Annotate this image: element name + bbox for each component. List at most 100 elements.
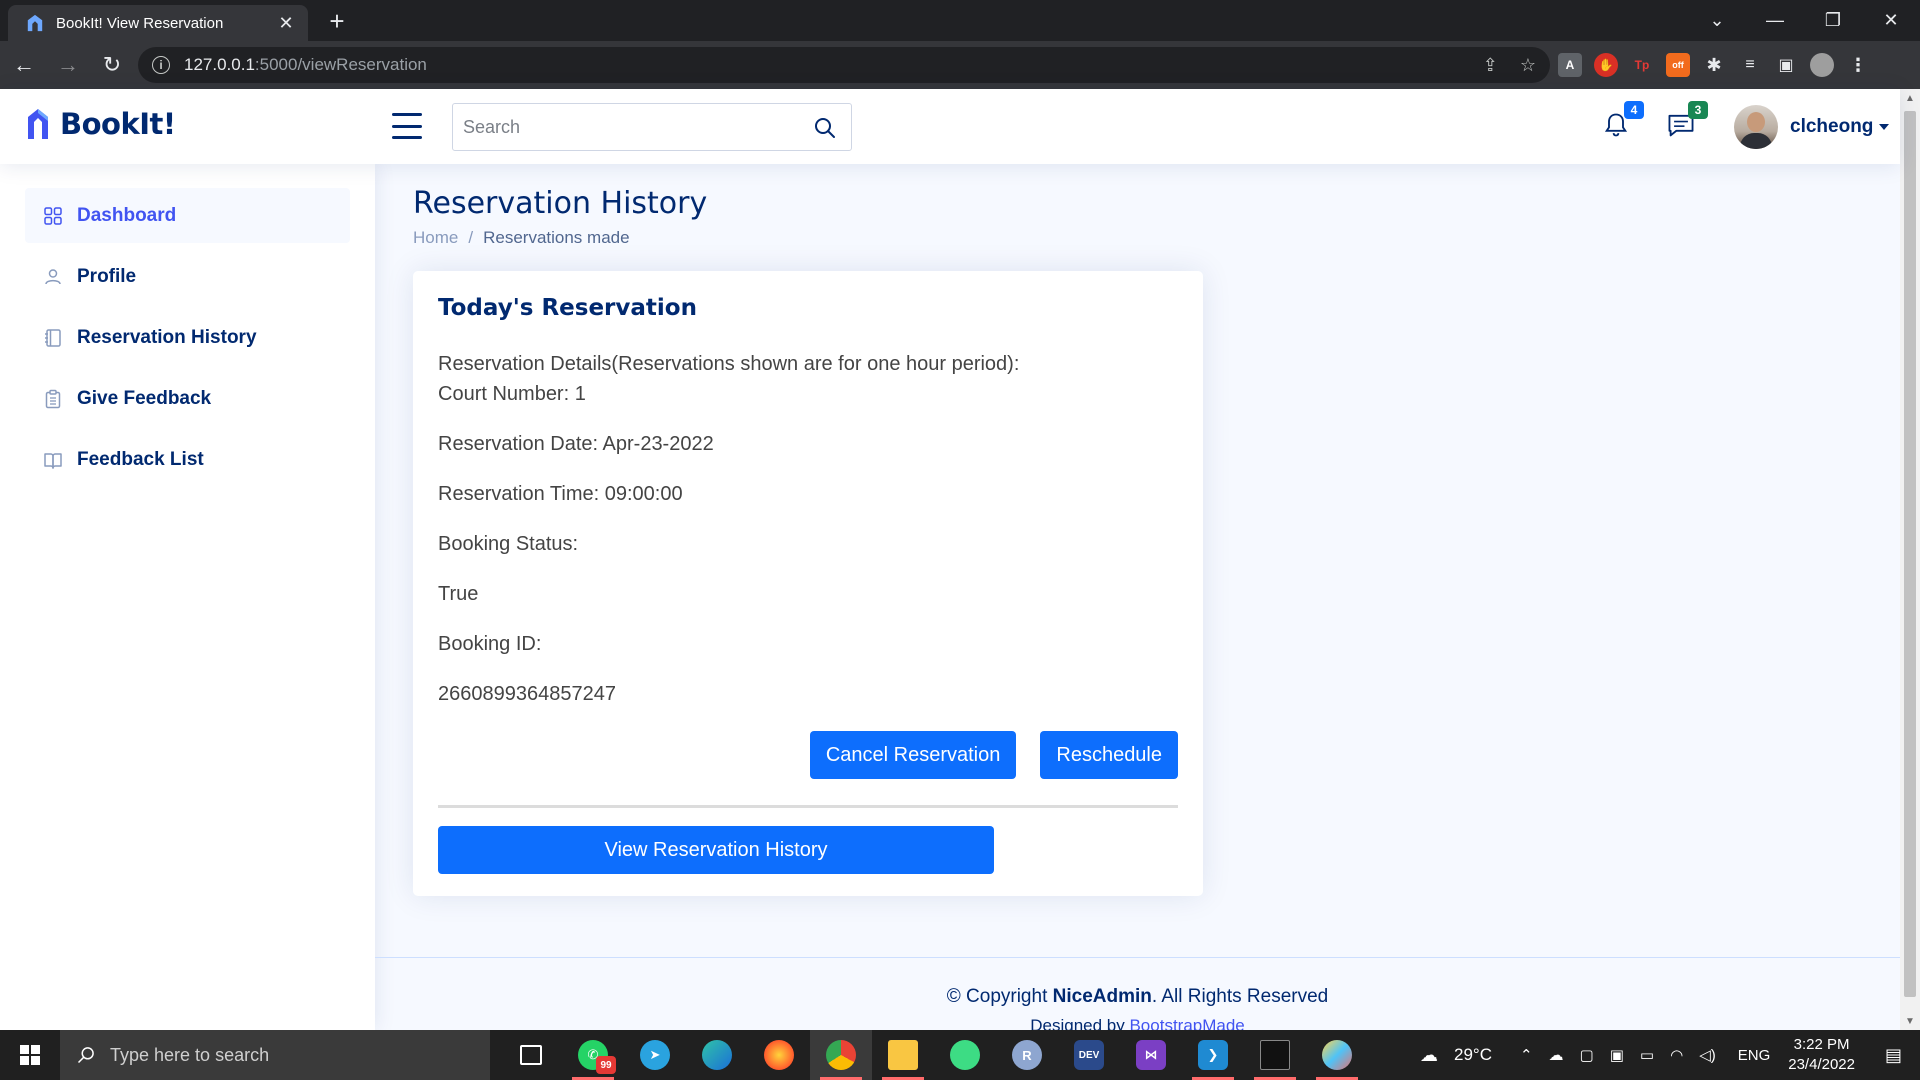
pdf-extension-icon[interactable]: A [1558, 53, 1582, 77]
chrome-profile-avatar[interactable] [1810, 53, 1834, 77]
taskbar-apps: ✆ 99 ➤ R DEV ⋈ ❯ [500, 1030, 1368, 1080]
meet-icon[interactable]: ▢ [1580, 1046, 1594, 1064]
file-explorer-icon[interactable] [872, 1030, 934, 1080]
search-input[interactable] [453, 104, 793, 150]
whatsapp-badge: 99 [596, 1056, 616, 1074]
sidebar-item-dashboard[interactable]: Dashboard [25, 188, 350, 243]
reload-icon[interactable]: ↻ [92, 45, 132, 85]
sidebar-item-feedback-list[interactable]: Feedback List [25, 432, 350, 487]
sidebar-item-reservation-history[interactable]: Reservation History [25, 310, 350, 365]
address-bar[interactable]: i 127.0.0.1:5000/viewReservation ⇪ ☆ [138, 47, 1550, 83]
sidebar-item-label: Give Feedback [77, 387, 212, 409]
telegram-icon[interactable]: ➤ [624, 1030, 686, 1080]
browser-tab[interactable]: BookIt! View Reservation ✕ [8, 5, 308, 41]
logo-text: BookIt! [60, 107, 176, 141]
messages-button[interactable]: 3 [1666, 101, 1708, 143]
side-panel-icon[interactable]: ▣ [1774, 53, 1798, 77]
battery-icon[interactable]: ▭ [1640, 1046, 1654, 1064]
task-view-icon[interactable] [500, 1030, 562, 1080]
share-icon[interactable]: ⇪ [1483, 55, 1498, 76]
scroll-thumb[interactable] [1904, 111, 1916, 997]
breadcrumb-separator: / [468, 228, 474, 247]
court-number: Court Number: 1 [438, 383, 586, 405]
media-queue-icon[interactable]: ≡ [1738, 53, 1762, 77]
network-card-icon[interactable]: ▣ [1610, 1046, 1624, 1064]
restore-icon[interactable]: ❐ [1804, 0, 1862, 41]
wifi-icon[interactable]: ◠ [1670, 1046, 1683, 1064]
tab-search-icon[interactable]: ⌄ [1688, 0, 1746, 41]
tab-close-icon[interactable]: ✕ [276, 13, 296, 34]
bookit-favicon-icon [27, 14, 43, 32]
language-indicator[interactable]: ENG [1738, 1047, 1771, 1064]
paint-icon[interactable] [1306, 1030, 1368, 1080]
view-reservation-history-button[interactable]: View Reservation History [438, 826, 994, 874]
clock[interactable]: 3:22 PM 23/4/2022 [1788, 1035, 1855, 1075]
footer-copyright: © Copyright NiceAdmin. All Rights Reserv… [375, 986, 1900, 1008]
profile-dropdown[interactable]: clcheong [1734, 103, 1890, 151]
book-icon [44, 452, 62, 469]
divider [438, 805, 1178, 808]
terminal-icon[interactable] [1244, 1030, 1306, 1080]
bookit-logo-icon [28, 109, 48, 139]
chrome-menu-icon[interactable]: ⋮ [1846, 53, 1870, 77]
sidebar-item-label: Dashboard [77, 204, 177, 226]
sidebar-item-give-feedback[interactable]: Give Feedback [25, 371, 350, 426]
r-icon[interactable]: R [996, 1030, 1058, 1080]
scroll-down-icon[interactable]: ▼ [1900, 1012, 1920, 1030]
devcpp-icon[interactable]: DEV [1058, 1030, 1120, 1080]
adblock-extension-icon[interactable]: ✋ [1594, 53, 1618, 77]
site-info-icon[interactable]: i [152, 56, 170, 74]
weather-icon[interactable]: ☁ [1420, 1045, 1438, 1066]
android-studio-icon[interactable] [934, 1030, 996, 1080]
footer-brand: NiceAdmin [1052, 986, 1152, 1007]
tp-extension-icon[interactable]: Tp [1630, 53, 1654, 77]
windows-taskbar: Type here to search ✆ 99 ➤ R DEV ⋈ ❯ ☁ 2… [0, 1030, 1920, 1080]
forward-icon[interactable]: → [48, 45, 88, 85]
new-tab-button[interactable]: + [322, 7, 352, 37]
off-extension-icon[interactable]: off [1666, 53, 1690, 77]
back-icon[interactable]: ← [4, 45, 44, 85]
tray-overflow-icon[interactable]: ⌃ [1520, 1046, 1533, 1064]
footer-copyright-prefix: © Copyright [946, 986, 1053, 1007]
clock-date: 23/4/2022 [1788, 1056, 1855, 1073]
reservation-actions: Cancel Reservation Reschedule [809, 731, 1178, 779]
close-window-icon[interactable]: ✕ [1862, 0, 1920, 41]
reservation-time: Reservation Time: 09:00:00 [438, 483, 683, 505]
profile-username: clcheong [1790, 116, 1874, 137]
booking-id-value: 2660899364857247 [438, 683, 616, 705]
page-scrollbar[interactable]: ▲ ▼ [1900, 89, 1920, 1030]
caret-down-icon [1879, 124, 1890, 130]
firefox-icon[interactable] [748, 1030, 810, 1080]
sidebar-item-profile[interactable]: Profile [25, 249, 350, 304]
visual-studio-icon[interactable]: ⋈ [1120, 1030, 1182, 1080]
vscode-icon[interactable]: ❯ [1182, 1030, 1244, 1080]
chrome-icon[interactable] [810, 1030, 872, 1080]
logo[interactable]: BookIt! [26, 107, 176, 141]
search-icon[interactable] [813, 116, 837, 140]
windows-start-icon[interactable] [0, 1030, 60, 1080]
page-title: Reservation History [413, 186, 708, 221]
breadcrumb-current: Reservations made [483, 228, 630, 247]
weather-temperature[interactable]: 29°C [1454, 1045, 1492, 1065]
avatar [1734, 105, 1778, 149]
windows-logo-icon [20, 1045, 40, 1065]
reschedule-button[interactable]: Reschedule [1040, 731, 1178, 779]
notifications-button[interactable]: 4 [1602, 101, 1644, 143]
sidebar-toggle-icon[interactable] [392, 113, 422, 139]
breadcrumb-home-link[interactable]: Home [413, 228, 458, 248]
tab-title: BookIt! View Reservation [56, 14, 224, 32]
bookmark-star-icon[interactable]: ☆ [1520, 55, 1536, 76]
sidebar-item-label: Feedback List [77, 448, 204, 470]
url-host: 127.0.0.1 [184, 55, 255, 74]
edge-icon[interactable] [686, 1030, 748, 1080]
cancel-reservation-button[interactable]: Cancel Reservation [809, 731, 1017, 779]
taskbar-search[interactable]: Type here to search [60, 1030, 490, 1080]
search-bar [452, 103, 852, 151]
action-center-icon[interactable]: ▤ [1885, 1045, 1902, 1066]
extensions-puzzle-icon[interactable]: ✱ [1702, 53, 1726, 77]
minimize-icon[interactable]: — [1746, 0, 1804, 41]
scroll-up-icon[interactable]: ▲ [1900, 89, 1920, 107]
volume-icon[interactable]: ◁) [1699, 1046, 1716, 1064]
whatsapp-icon[interactable]: ✆ 99 [562, 1030, 624, 1080]
onedrive-icon[interactable]: ☁ [1549, 1046, 1564, 1064]
